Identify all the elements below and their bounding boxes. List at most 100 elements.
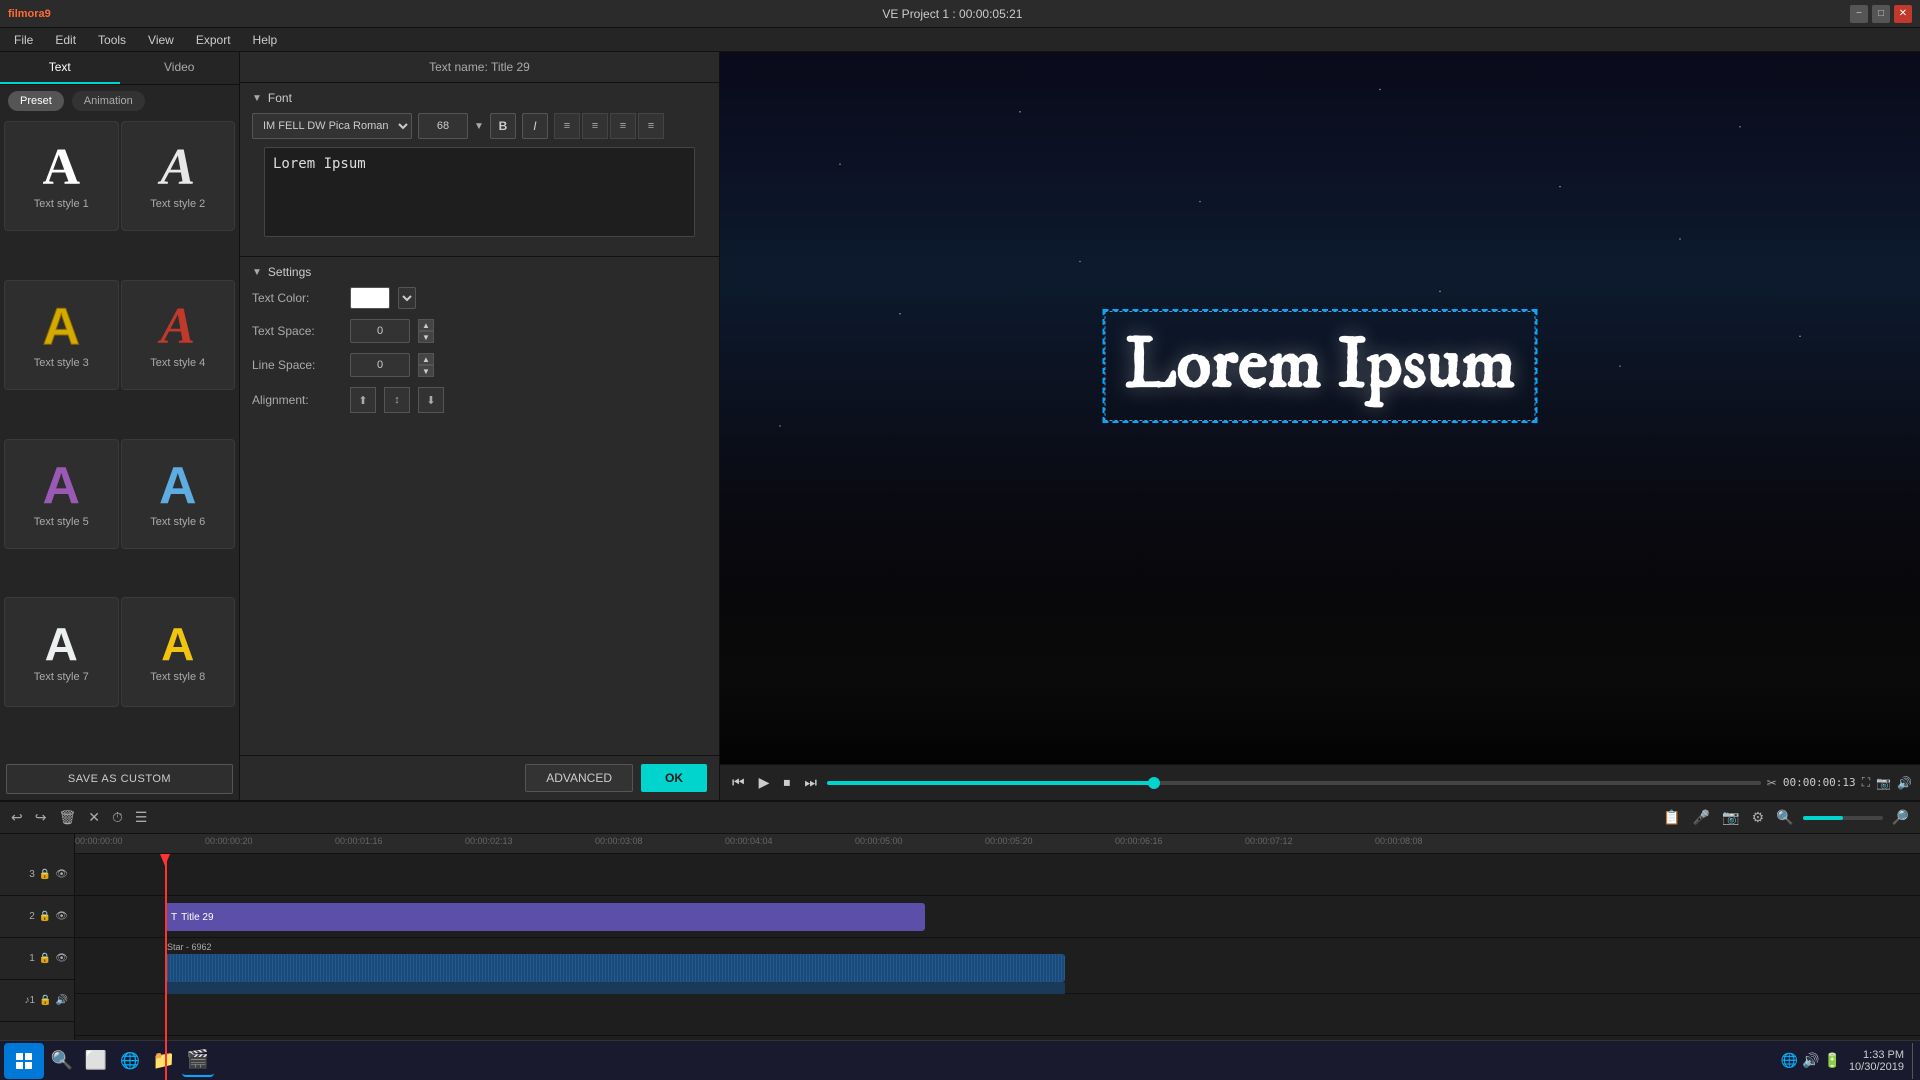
- menu-button[interactable]: ☰: [132, 806, 151, 829]
- menu-edit[interactable]: Edit: [45, 31, 86, 49]
- timeline-settings[interactable]: ⚙: [1749, 806, 1768, 829]
- maximize-button[interactable]: □: [1872, 5, 1890, 23]
- track-audio-lock[interactable]: 🔒: [39, 995, 51, 1006]
- line-space-down[interactable]: ▼: [418, 365, 434, 377]
- skip-start-button[interactable]: ⏮: [728, 770, 749, 795]
- battery-tray-icon[interactable]: 🔋: [1824, 1052, 1841, 1069]
- skip-end-button[interactable]: ⏭: [800, 770, 821, 795]
- redo-button[interactable]: ↪: [32, 806, 50, 829]
- ok-button[interactable]: OK: [641, 764, 707, 792]
- text-style-3[interactable]: A Text style 3: [4, 280, 119, 390]
- add-track-button[interactable]: 📋: [1660, 806, 1683, 829]
- snapshot-icon[interactable]: 📷: [1876, 776, 1891, 790]
- settings-section-header[interactable]: ▼ Settings: [252, 265, 707, 279]
- start-button[interactable]: [4, 1043, 44, 1079]
- save-as-custom-button[interactable]: SAVE AS CUSTOM: [6, 764, 233, 794]
- volume-tray-icon[interactable]: 🔊: [1802, 1052, 1819, 1069]
- text-style-6[interactable]: A Text style 6: [121, 439, 236, 549]
- text-style-5[interactable]: A Text style 5: [4, 439, 119, 549]
- volume-icon[interactable]: 🔊: [1897, 776, 1912, 790]
- title-clip[interactable]: T Title 29: [165, 903, 925, 931]
- text-color-swatch[interactable]: [350, 287, 390, 309]
- close-button[interactable]: ✕: [1894, 5, 1912, 23]
- line-space-input[interactable]: [350, 353, 410, 377]
- text-style-8[interactable]: A Text style 8: [121, 597, 236, 707]
- track-audio-speaker[interactable]: 🔊: [56, 995, 68, 1006]
- tab-text[interactable]: Text: [0, 52, 120, 84]
- ruler-tick-7: 00:00:05:20: [985, 836, 1033, 846]
- transport-right: ✂ 00:00:00:13 ⛶ 📷 🔊: [1767, 775, 1912, 790]
- track-1-lock[interactable]: 🔒: [39, 869, 51, 880]
- font-section-header[interactable]: ▼ Font: [252, 91, 707, 105]
- align-right-button[interactable]: ≡: [610, 113, 636, 139]
- menu-tools[interactable]: Tools: [88, 31, 136, 49]
- stop-button[interactable]: ⏹: [779, 770, 794, 795]
- style-5-label: Text style 5: [34, 516, 89, 528]
- microphone-button[interactable]: 🎤: [1690, 806, 1713, 829]
- undo-button[interactable]: ↩: [8, 806, 26, 829]
- time-display: 00:00:00:13: [1783, 776, 1856, 789]
- advanced-button[interactable]: ADVANCED: [525, 764, 633, 792]
- delete-button[interactable]: 🗑: [55, 806, 79, 829]
- italic-button[interactable]: I: [522, 113, 548, 139]
- left-panel-tabs: Text Video: [0, 52, 239, 85]
- search-taskbar[interactable]: 🔍: [46, 1045, 78, 1077]
- tab-animation[interactable]: Animation: [72, 91, 145, 111]
- track-label-1: 3 🔒 👁: [0, 854, 74, 896]
- v-align-top[interactable]: ⬆: [350, 387, 376, 413]
- zoom-out-button[interactable]: 🔍: [1773, 806, 1796, 829]
- fullscreen-icon[interactable]: ⛶: [1862, 775, 1870, 790]
- menu-help[interactable]: Help: [243, 31, 288, 49]
- track-3-lock[interactable]: 🔒: [39, 953, 51, 964]
- cut-clip-button[interactable]: ✕: [85, 806, 103, 829]
- text-styles-grid: A Text style 1 A Text style 2 A Text sty…: [0, 117, 239, 758]
- zoom-slider[interactable]: [1803, 816, 1883, 820]
- video-waveform: [165, 954, 1065, 982]
- tab-preset[interactable]: Preset: [8, 91, 64, 111]
- line-space-up[interactable]: ▲: [418, 353, 434, 365]
- text-space-input[interactable]: [350, 319, 410, 343]
- track-1-eye[interactable]: 👁: [55, 869, 68, 880]
- minimize-button[interactable]: −: [1850, 5, 1868, 23]
- track-3-eye[interactable]: 👁: [55, 953, 68, 964]
- edge-icon[interactable]: 🌐: [114, 1045, 146, 1077]
- align-left-button[interactable]: ≡: [554, 113, 580, 139]
- bold-button[interactable]: B: [490, 113, 516, 139]
- menu-file[interactable]: File: [4, 31, 43, 49]
- text-input-area[interactable]: Lorem Ipsum: [264, 147, 695, 237]
- font-size-input[interactable]: [418, 113, 468, 139]
- v-align-bottom[interactable]: ⬇: [418, 387, 444, 413]
- text-color-dropdown[interactable]: [398, 287, 416, 309]
- timer-button[interactable]: ⏱: [109, 806, 126, 829]
- align-center-button[interactable]: ≡: [582, 113, 608, 139]
- taskview-button[interactable]: ⬜: [80, 1045, 112, 1077]
- camera-button[interactable]: 📷: [1719, 806, 1742, 829]
- font-size-dropdown[interactable]: ▼: [474, 121, 484, 132]
- tab-video[interactable]: Video: [120, 52, 240, 84]
- video-clip[interactable]: [165, 954, 1065, 982]
- v-align-center[interactable]: ↕: [384, 387, 410, 413]
- explorer-icon[interactable]: 📁: [148, 1045, 180, 1077]
- align-justify-button[interactable]: ≡: [638, 113, 664, 139]
- taskbar: 🔍 ⬜ 🌐 📁 🎬 🌐 🔊 🔋 1:33 PM 10/30/2019: [0, 1040, 1920, 1080]
- menu-view[interactable]: View: [138, 31, 184, 49]
- text-style-7[interactable]: A Text style 7: [4, 597, 119, 707]
- show-desktop[interactable]: [1912, 1043, 1916, 1079]
- middle-panel: Text name: Title 29 ▼ Font IM FELL DW Pi…: [240, 52, 720, 800]
- font-family-select[interactable]: IM FELL DW Pica Roman: [252, 113, 412, 139]
- menu-export[interactable]: Export: [186, 31, 241, 49]
- text-style-2[interactable]: A Text style 2: [121, 121, 236, 231]
- network-tray-icon[interactable]: 🌐: [1781, 1052, 1798, 1069]
- text-space-down[interactable]: ▼: [418, 331, 434, 343]
- font-controls: IM FELL DW Pica Roman ▼ B I ≡ ≡ ≡ ≡: [252, 113, 707, 139]
- text-space-up[interactable]: ▲: [418, 319, 434, 331]
- play-pause-button[interactable]: ▶: [755, 770, 774, 795]
- filmora-taskbar[interactable]: 🎬: [182, 1045, 214, 1077]
- text-style-1[interactable]: A Text style 1: [4, 121, 119, 231]
- progress-bar[interactable]: [827, 781, 1761, 785]
- track-2-lock[interactable]: 🔒: [39, 911, 51, 922]
- track-2-eye[interactable]: 👁: [55, 911, 68, 922]
- zoom-in-button[interactable]: 🔎: [1889, 806, 1912, 829]
- text-style-4[interactable]: A Text style 4: [121, 280, 236, 390]
- preview-text-overlay[interactable]: Lorem Ipsum: [1103, 309, 1538, 423]
